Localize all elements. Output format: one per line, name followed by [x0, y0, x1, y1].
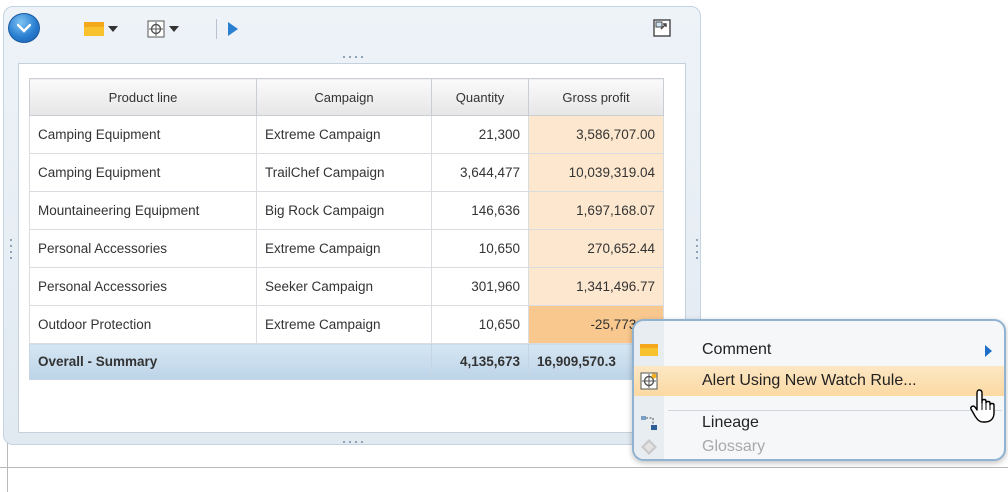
cell-quantity[interactable]: 10,650 [431, 305, 529, 344]
hand-pointer-cursor-icon [970, 389, 995, 423]
cell-gross-profit[interactable]: 1,341,496.77 [528, 267, 664, 306]
column-header-quantity[interactable]: Quantity [431, 78, 529, 116]
cell-campaign[interactable]: Big Rock Campaign [256, 191, 432, 230]
cell-product-line[interactable]: Personal Accessories [29, 229, 257, 268]
toolbar-separator [216, 19, 217, 39]
table-header-row: Product line Campaign Quantity Gross pro… [29, 78, 664, 116]
summary-quantity: 4,135,673 [431, 343, 529, 380]
table-row: Personal Accessories Extreme Campaign 10… [29, 229, 664, 268]
cell-quantity[interactable]: 3,644,477 [431, 153, 529, 192]
resize-grip-bottom[interactable] [341, 439, 367, 445]
cell-gross-profit[interactable]: 270,652.44 [528, 229, 664, 268]
table-row: Camping Equipment TrailChef Campaign 3,6… [29, 153, 664, 192]
cell-quantity[interactable]: 10,650 [431, 229, 529, 268]
cell-campaign[interactable]: Extreme Campaign [256, 305, 432, 344]
cell-product-line[interactable]: Personal Accessories [29, 267, 257, 306]
column-header-gross-profit[interactable]: Gross profit [528, 78, 664, 116]
menu-item-alert-watch-rule[interactable]: Alert Using New Watch Rule... [634, 366, 1004, 396]
page-border-bottom [0, 467, 1008, 468]
cell-quantity[interactable]: 146,636 [431, 191, 529, 230]
play-button[interactable] [228, 20, 238, 38]
resize-grip-right[interactable] [694, 237, 700, 263]
cell-campaign[interactable]: Extreme Campaign [256, 115, 432, 154]
cell-quantity[interactable]: 21,300 [431, 115, 529, 154]
cell-campaign[interactable]: Extreme Campaign [256, 229, 432, 268]
alert-watch-icon [640, 372, 658, 390]
resize-grip-top[interactable] [341, 54, 367, 60]
lineage-icon [641, 416, 657, 430]
maximize-icon[interactable] [653, 19, 671, 37]
resize-grip-left[interactable] [8, 237, 14, 263]
report-content: Product line Campaign Quantity Gross pro… [18, 63, 686, 433]
submenu-arrow-icon [985, 345, 992, 357]
menu-item-glossary: Glossary [634, 432, 1004, 459]
menu-item-label: Glossary [702, 438, 766, 455]
alert-watch-icon [147, 20, 165, 38]
cell-product-line[interactable]: Mountaineering Equipment [29, 191, 257, 230]
comment-icon [84, 22, 104, 36]
list-report-table: Product line Campaign Quantity Gross pro… [29, 78, 664, 380]
comment-button[interactable] [84, 20, 118, 38]
alert-watch-button[interactable] [147, 20, 179, 38]
menu-orb-icon[interactable] [8, 13, 40, 43]
table-row: Personal Accessories Seeker Campaign 301… [29, 267, 664, 306]
chevron-down-icon [108, 26, 118, 32]
cell-campaign[interactable]: Seeker Campaign [256, 267, 432, 306]
cell-gross-profit[interactable]: 3,586,707.00 [528, 115, 664, 154]
column-header-campaign[interactable]: Campaign [256, 78, 432, 116]
report-widget: Product line Campaign Quantity Gross pro… [3, 6, 701, 445]
play-icon [228, 22, 238, 36]
cell-product-line[interactable]: Camping Equipment [29, 153, 257, 192]
cell-quantity[interactable]: 301,960 [431, 267, 529, 306]
glossary-icon [641, 439, 657, 455]
chevron-down-icon [169, 26, 179, 32]
table-row: Mountaineering Equipment Big Rock Campai… [29, 191, 664, 230]
widget-toolbar [4, 7, 700, 47]
cell-gross-profit[interactable]: 10,039,319.04 [528, 153, 664, 192]
cell-campaign[interactable]: TrailChef Campaign [256, 153, 432, 192]
table-row: Outdoor Protection Extreme Campaign 10,6… [29, 305, 664, 344]
comment-icon [640, 344, 658, 356]
cell-product-line[interactable]: Outdoor Protection [29, 305, 257, 344]
menu-item-label: Lineage [702, 414, 759, 431]
summary-row: Overall - Summary 4,135,673 16,909,570.3 [29, 343, 664, 380]
summary-label: Overall - Summary [29, 343, 432, 380]
cell-gross-profit[interactable]: 1,697,168.07 [528, 191, 664, 230]
table-row: Camping Equipment Extreme Campaign 21,30… [29, 115, 664, 154]
column-header-product-line[interactable]: Product line [29, 78, 257, 116]
cell-product-line[interactable]: Camping Equipment [29, 115, 257, 154]
menu-item-label: Alert Using New Watch Rule... [702, 372, 917, 389]
menu-item-label: Comment [702, 341, 772, 358]
context-menu: Comment Alert Using New Watch Rule... Li… [632, 319, 1006, 461]
menu-item-comment[interactable]: Comment [634, 335, 1004, 365]
